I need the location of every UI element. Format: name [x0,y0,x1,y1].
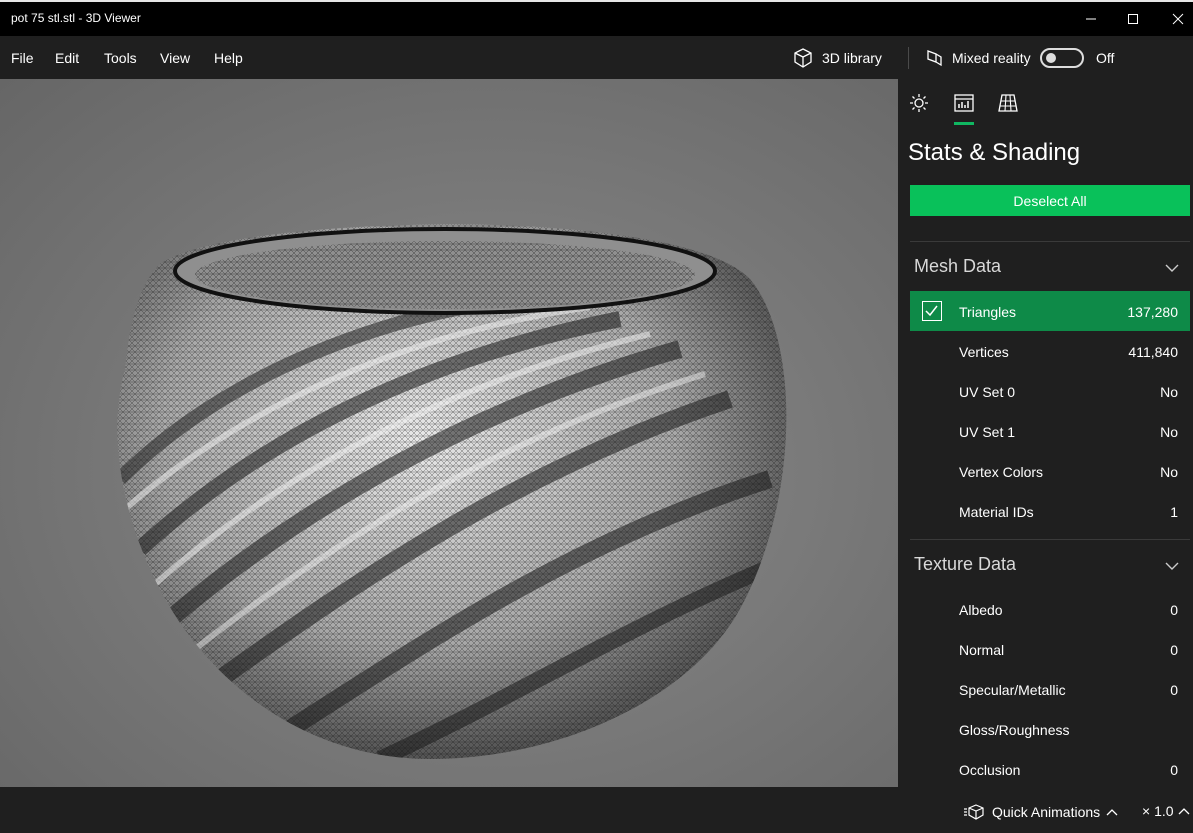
texture-row-normal[interactable]: Normal 0 [910,629,1190,669]
row-value: No [1160,464,1178,480]
row-label: Occlusion [959,762,1021,778]
chevron-down-icon[interactable] [1164,260,1180,276]
mesh-row-vertex-colors[interactable]: Vertex Colors No [910,451,1190,491]
checkbox[interactable] [922,301,942,321]
menu-file[interactable]: File [11,50,34,66]
maximize-icon [1128,14,1138,24]
divider [910,539,1190,540]
tab-grid[interactable] [996,91,1020,115]
row-value: 1 [1170,504,1178,520]
tab-lighting[interactable] [907,91,931,115]
animation-cube-icon [964,804,984,820]
grid-icon [998,94,1018,112]
row-label: UV Set 0 [959,384,1016,400]
minimize-button[interactable] [1068,2,1114,36]
deselect-all-button[interactable]: Deselect All [910,185,1190,216]
row-label: Albedo [959,602,1003,618]
tab-stats[interactable] [952,91,976,115]
menu-view[interactable]: View [160,50,190,66]
toggle-state-label: Off [1096,50,1115,66]
row-value: No [1160,384,1178,400]
texture-row-specular-metallic[interactable]: Specular/Metallic 0 [910,669,1190,709]
toolbar-separator [908,47,909,69]
quick-animations-button[interactable]: Quick Animations [964,803,1118,821]
chevron-down-icon[interactable] [1164,558,1180,574]
mesh-row-triangles[interactable]: Triangles 137,280 [910,291,1190,331]
texture-data-header[interactable]: Texture Data [914,554,1016,575]
mixed-reality-toggle[interactable] [1040,48,1084,68]
window-title: pot 75 stl.stl - 3D Viewer [11,11,141,25]
pot-inner-wall [195,241,695,309]
active-tab-indicator [954,122,974,125]
row-value: 0 [1170,602,1178,618]
checkmark-icon [925,305,938,317]
chevron-up-icon [1106,809,1118,816]
row-label: Normal [959,642,1005,658]
row-value: 137,280 [1127,304,1178,320]
menu-help[interactable]: Help [214,50,243,66]
mixed-reality-button[interactable]: Mixed reality [924,46,1031,70]
row-value: 0 [1170,762,1178,778]
row-value: No [1160,424,1178,440]
stats-panel: Stats & Shading Deselect All Mesh Data T… [898,79,1193,787]
row-label: Material IDs [959,504,1034,520]
speed-value: × 1.0 [1142,803,1174,819]
panel-title: Stats & Shading [908,139,1081,166]
3d-viewport[interactable] [0,79,898,787]
mesh-row-uv-set-0[interactable]: UV Set 0 No [910,371,1190,411]
row-label: Triangles [959,304,1017,320]
divider [910,241,1190,242]
menu-bar: File Edit Tools View Help 3D library Mix… [0,36,1193,79]
texture-row-occlusion[interactable]: Occlusion 0 [910,749,1190,787]
chevron-up-icon [1178,808,1189,815]
3d-library-label: 3D library [822,50,882,66]
row-label: Vertex Colors [959,464,1044,480]
playback-speed[interactable]: × 1.0 [1142,803,1190,819]
menu-tools[interactable]: Tools [104,50,137,66]
row-value: 0 [1170,682,1178,698]
close-button[interactable] [1155,2,1193,36]
row-label: Vertices [959,344,1009,360]
title-bar: pot 75 stl.stl - 3D Viewer [0,0,1193,36]
close-icon [1172,13,1184,25]
row-label: Specular/Metallic [959,682,1066,698]
mesh-row-uv-set-1[interactable]: UV Set 1 No [910,411,1190,451]
mesh-row-vertices[interactable]: Vertices 411,840 [910,331,1190,371]
menu-edit[interactable]: Edit [55,50,79,66]
stats-chart-icon [954,94,974,112]
minimize-icon [1086,18,1096,20]
texture-row-albedo[interactable]: Albedo 0 [910,589,1190,629]
mesh-row-material-ids[interactable]: Material IDs 1 [910,491,1190,531]
maximize-button[interactable] [1110,2,1156,36]
mixed-reality-icon [927,50,942,67]
sun-icon [910,94,928,112]
texture-row-gloss-roughness[interactable]: Gloss/Roughness [910,709,1190,749]
row-label: UV Set 1 [959,424,1016,440]
cube-icon [794,48,812,68]
3d-library-button[interactable]: 3D library [792,46,882,70]
status-bar: Quick Animations × 1.0 [0,787,1193,833]
quick-animations-label: Quick Animations [992,804,1101,820]
pot-model[interactable] [0,79,898,787]
row-value: 0 [1170,642,1178,658]
toggle-knob [1046,53,1056,63]
mixed-reality-label: Mixed reality [952,50,1031,66]
row-value: 411,840 [1128,344,1178,360]
mesh-data-header[interactable]: Mesh Data [914,256,1001,277]
row-label: Gloss/Roughness [959,722,1070,738]
